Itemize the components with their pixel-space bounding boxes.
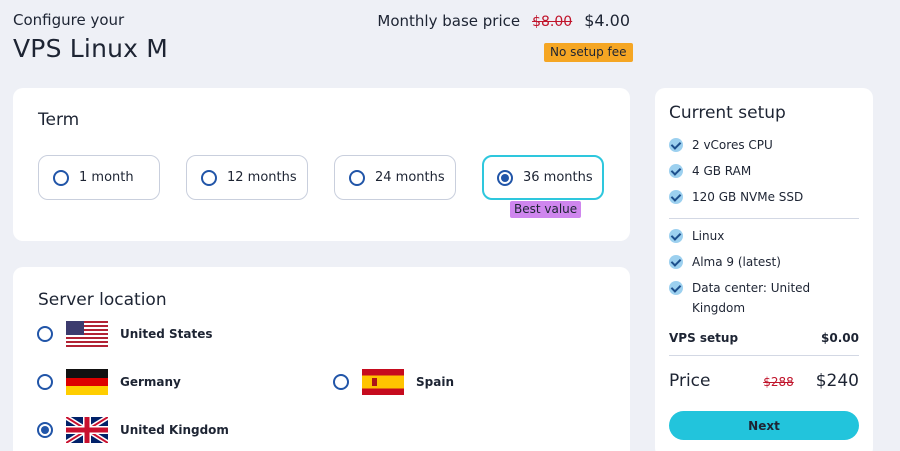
radio-icon[interactable] <box>333 374 349 390</box>
term-option-label: 24 months <box>375 170 445 185</box>
location-label: Spain <box>416 375 454 389</box>
vps-setup-row: VPS setup $0.00 <box>669 331 859 345</box>
server-location-card: Server location United States Germany Sp… <box>13 267 630 451</box>
us-flag-icon <box>66 321 108 347</box>
check-icon <box>669 190 683 204</box>
config-list: Linux Alma 9 (latest) Data center: Unite… <box>669 226 859 318</box>
term-heading: Term <box>38 110 80 130</box>
setup-label: VPS setup <box>669 331 739 345</box>
check-icon <box>669 164 683 178</box>
base-price-new: $4.00 <box>584 11 630 30</box>
location-option-united-states[interactable]: United States <box>37 321 213 347</box>
base-price-row: Monthly base price $8.00 $4.00 <box>377 11 630 30</box>
price-new: $240 <box>815 371 859 391</box>
price-label: Price <box>669 371 711 391</box>
term-option-24-months[interactable]: 24 months <box>334 155 456 200</box>
radio-selected-icon[interactable] <box>37 422 53 438</box>
term-option-label: 12 months <box>227 170 297 185</box>
es-flag-icon <box>362 369 404 395</box>
list-item: 2 vCores CPU <box>669 135 859 155</box>
term-option-label: 1 month <box>79 170 134 185</box>
list-item: Data center: United Kingdom <box>669 278 859 318</box>
term-option-label: 36 months <box>523 170 593 185</box>
price-old: $288 <box>763 375 794 389</box>
radio-selected-icon[interactable] <box>497 169 513 186</box>
check-icon <box>669 281 683 295</box>
location-heading: Server location <box>38 290 167 310</box>
divider <box>669 218 859 219</box>
no-setup-fee-badge: No setup fee <box>544 43 633 62</box>
base-price-old: $8.00 <box>532 14 573 30</box>
setup-value: $0.00 <box>821 331 859 345</box>
radio-icon[interactable] <box>201 169 217 186</box>
page-subtitle: Configure your <box>13 11 125 29</box>
spec-list: 2 vCores CPU 4 GB RAM 120 GB NVMe SSD <box>669 135 859 207</box>
location-label: United States <box>120 327 213 341</box>
base-price-label: Monthly base price <box>377 12 521 30</box>
list-item: 120 GB NVMe SSD <box>669 187 859 207</box>
current-setup-card: Current setup 2 vCores CPU 4 GB RAM 120 … <box>655 88 873 451</box>
radio-icon[interactable] <box>349 169 365 186</box>
check-icon <box>669 138 683 152</box>
location-label: United Kingdom <box>120 423 229 437</box>
term-card: Term 1 month 12 months 24 months 36 mont… <box>13 88 630 241</box>
list-item: Alma 9 (latest) <box>669 252 859 272</box>
best-value-badge: Best value <box>510 201 582 218</box>
location-option-united-kingdom[interactable]: United Kingdom <box>37 417 229 443</box>
location-option-spain[interactable]: Spain <box>333 369 454 395</box>
check-icon <box>669 229 683 243</box>
page-title: VPS Linux M <box>13 34 169 63</box>
location-option-germany[interactable]: Germany <box>37 369 181 395</box>
next-button[interactable]: Next <box>669 411 859 440</box>
list-item: 4 GB RAM <box>669 161 859 181</box>
radio-icon[interactable] <box>37 374 53 390</box>
term-option-12-months[interactable]: 12 months <box>186 155 308 200</box>
check-icon <box>669 255 683 269</box>
divider <box>669 355 859 356</box>
list-item: Linux <box>669 226 859 246</box>
price-row: Price $288 $240 <box>669 371 859 391</box>
term-option-1-month[interactable]: 1 month <box>38 155 160 200</box>
location-label: Germany <box>120 375 181 389</box>
term-option-36-months[interactable]: 36 months <box>482 155 604 200</box>
uk-flag-icon <box>66 417 108 443</box>
radio-icon[interactable] <box>37 326 53 342</box>
radio-icon[interactable] <box>53 169 69 186</box>
de-flag-icon <box>66 369 108 395</box>
summary-heading: Current setup <box>669 103 786 123</box>
